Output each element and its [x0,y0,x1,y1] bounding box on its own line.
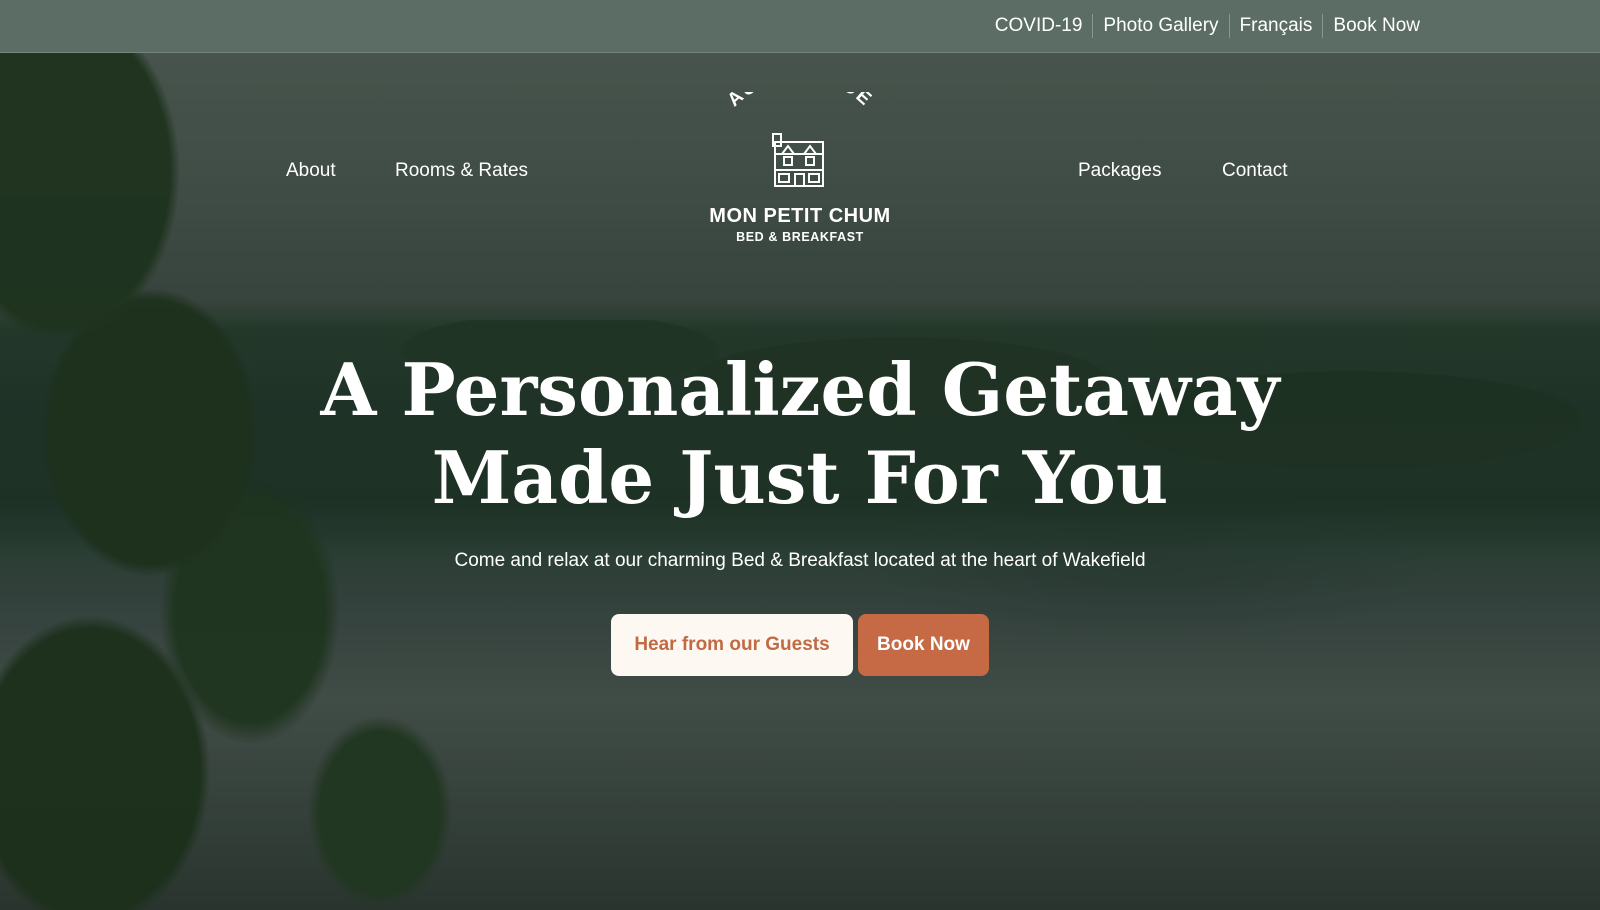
hero-title-line-1: A Personalized Getaway [320,347,1280,432]
nav-about[interactable]: About [286,158,336,184]
photo-gallery-link[interactable]: Photo Gallery [1093,13,1228,39]
site-logo[interactable]: AUBERGE DE MON PETIT CHUM BED & BREAKFAS… [690,92,910,252]
book-now-button[interactable]: Book Now [858,614,989,676]
top-book-now-link[interactable]: Book Now [1323,13,1430,39]
hero-title-line-2: Made Just For You [431,435,1169,520]
nav-packages[interactable]: Packages [1078,158,1161,184]
hero-title: A Personalized Getaway Made Just For You [200,346,1400,522]
logo-subtitle: BED & BREAKFAST [736,230,864,244]
house-icon [772,133,824,187]
nav-contact[interactable]: Contact [1222,158,1287,184]
logo-name: MON PETIT CHUM [709,205,891,227]
utility-links: COVID-19 Photo Gallery Français Book Now [985,0,1430,52]
nav-rooms-rates[interactable]: Rooms & Rates [395,158,528,184]
hero-subtitle: Come and relax at our charming Bed & Bre… [454,550,1146,571]
covid-link[interactable]: COVID-19 [985,13,1093,39]
logo-arc-text: AUBERGE DE [724,92,877,111]
logo-emblem: AUBERGE DE [724,92,877,187]
language-link[interactable]: Français [1230,13,1323,39]
top-utility-bar: COVID-19 Photo Gallery Français Book Now [0,0,1600,53]
hear-from-guests-button[interactable]: Hear from our Guests [611,614,853,676]
